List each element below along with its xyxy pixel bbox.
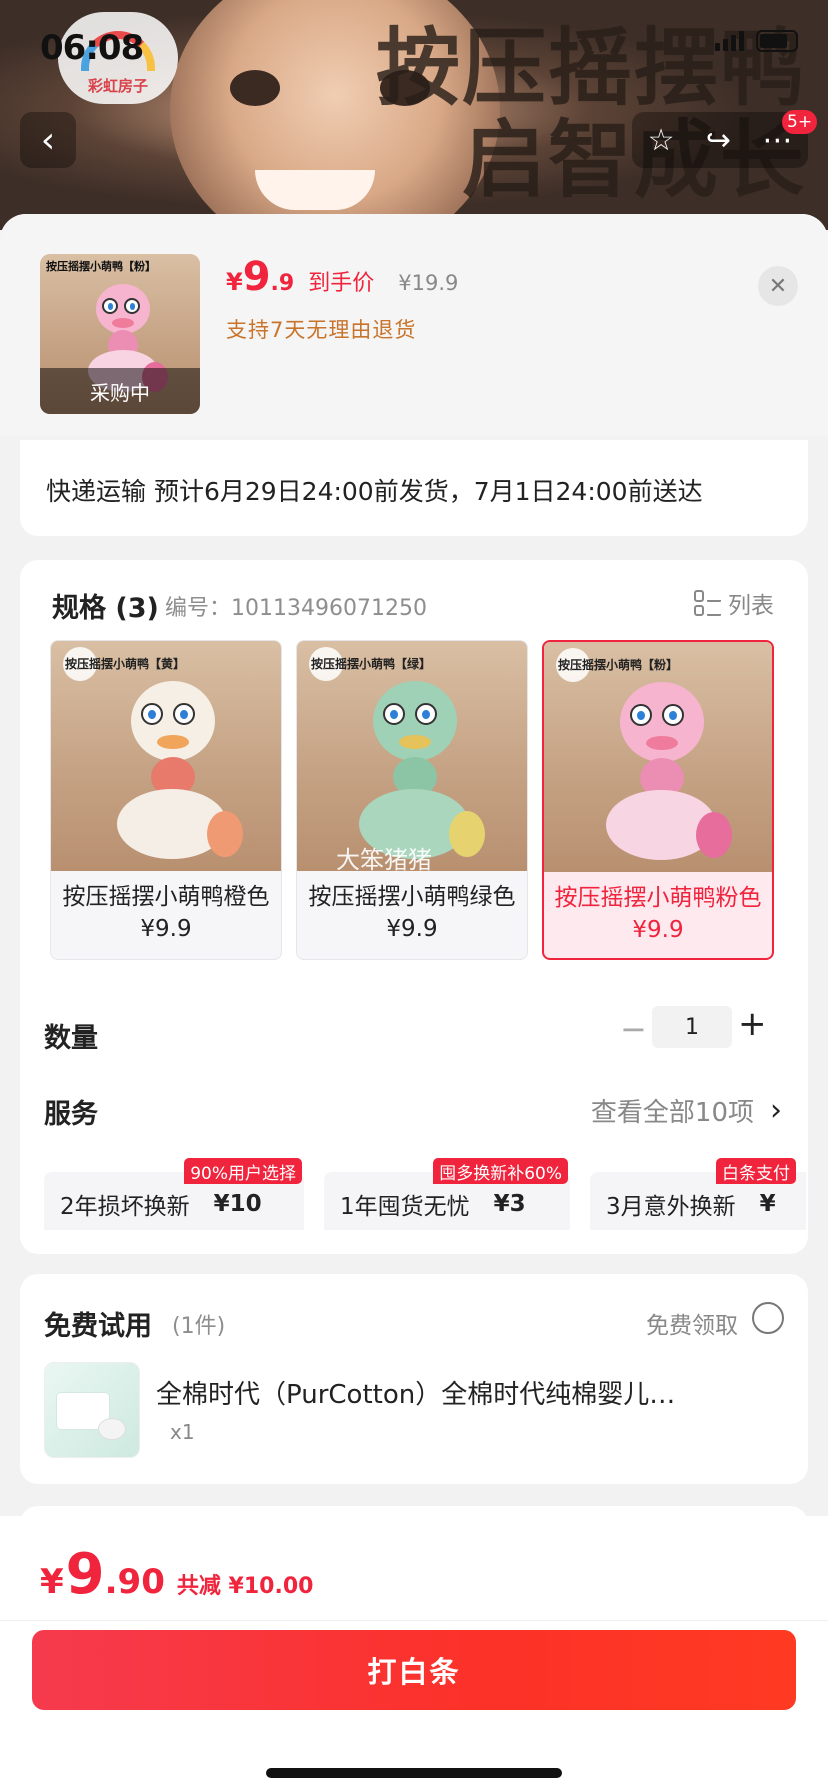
services-view-all-label: 查看全部10项 (590, 1098, 754, 1128)
service-option[interactable]: 3月意外换新 ¥ 白条支付 (590, 1158, 806, 1230)
quantity-input[interactable]: 1 (652, 1006, 732, 1048)
service-name: 2年损坏换新 (60, 1194, 190, 1220)
option-tag: 按压摇摆小萌鸭【粉】 (558, 658, 679, 672)
spec-option-green[interactable]: 按压摇摆小萌鸭【绿】 按压摇摆小萌鸭绿色 ¥9.9 (296, 640, 528, 960)
back-button[interactable]: ‹ (20, 112, 76, 168)
service-price: ¥3 (493, 1191, 526, 1217)
original-price: ¥19.9 (398, 271, 459, 295)
price-tag-label: 到手价 (308, 271, 375, 296)
trial-count: (1件) (172, 1314, 226, 1339)
price-decimal: .9 (270, 271, 295, 296)
quantity-increase-button[interactable]: + (738, 1004, 767, 1044)
price-line: ¥ 9 .9 到手价 ¥19.9 (226, 254, 458, 300)
total-integer: 9 (65, 1542, 105, 1607)
trial-item-quantity: x1 (170, 1420, 195, 1444)
checkout-bar: ¥ 9 .90 共减 ¥10.00 打白条 (0, 1516, 828, 1792)
sheet-header: 按压摇摆小萌鸭【粉】 采购中 ¥ 9 .9 到手价 ¥19.9 支持7天无理由退… (0, 214, 828, 436)
quantity-label: 数量 (44, 1023, 98, 1054)
spec-card: 规格 (3) 编号：10113496071250 列表 按压摇摆小萌鸭【黄】 按… (20, 560, 808, 1254)
service-name: 3月意外换新 (606, 1194, 736, 1220)
status-indicators (715, 30, 798, 52)
service-badge: 囤多换新补60% (433, 1158, 568, 1184)
trial-item-image[interactable] (44, 1362, 140, 1458)
quantity-decrease-button[interactable]: − (620, 1010, 647, 1048)
services-row: 2年损坏换新 ¥10 90%用户选择 1年囤货无忧 ¥3 囤多换新补60% 3月… (44, 1146, 806, 1230)
battery-icon (756, 30, 798, 52)
image-watermark: 大笨猪猪 (336, 846, 432, 874)
brand-name: 彩虹房子 (87, 77, 148, 95)
service-price: ¥ (759, 1191, 776, 1217)
duck-pink-image (596, 682, 732, 862)
divider (0, 1620, 828, 1621)
status-time: 06:08 (40, 28, 144, 68)
shipping-estimate: 快递运输 预计6月29日24:00前发货，7月1日24:00前送达 (46, 477, 703, 506)
return-policy-note: 支持7天无理由退货 (226, 318, 417, 342)
total-price: ¥ 9 .90 共减 ¥10.00 (40, 1542, 313, 1607)
service-name: 1年囤货无忧 (340, 1194, 470, 1220)
list-view-label: 列表 (728, 593, 774, 619)
signal-icon (715, 31, 744, 51)
photo-eye-left (230, 70, 280, 106)
services-label: 服务 (44, 1099, 98, 1130)
service-badge: 90%用户选择 (184, 1158, 302, 1184)
home-indicator (266, 1768, 562, 1778)
thumbnail-tag: 按压摇摆小萌鸭【粉】 (46, 260, 156, 273)
price-integer: 9 (242, 254, 271, 300)
duck-green-image (349, 681, 485, 861)
free-trial-card: 免费试用 (1件) 免费领取 全棉时代（PurCotton）全棉时代纯棉婴儿… … (20, 1274, 808, 1484)
close-icon: ✕ (768, 273, 788, 299)
service-price: ¥10 (213, 1191, 262, 1217)
duck-orange-image (107, 681, 243, 861)
option-tag: 按压摇摆小萌鸭【黄】 (65, 657, 186, 671)
trial-title: 免费试用 (44, 1311, 152, 1342)
service-option[interactable]: 2年损坏换新 ¥10 90%用户选择 (44, 1158, 304, 1230)
service-option[interactable]: 1年囤货无忧 ¥3 囤多换新补60% (324, 1158, 570, 1230)
spec-title: 规格 (3) (52, 593, 159, 624)
spec-option-orange[interactable]: 按压摇摆小萌鸭【黄】 按压摇摆小萌鸭橙色 ¥9.9 (50, 640, 282, 960)
close-button[interactable]: ✕ (758, 266, 798, 306)
option-name: 按压摇摆小萌鸭粉色 ¥9.9 (554, 885, 762, 943)
baitiao-pay-button[interactable]: 打白条 (32, 1630, 796, 1710)
trial-claim-label: 免费领取 (646, 1313, 738, 1339)
trial-item-name[interactable]: 全棉时代（PurCotton）全棉时代纯棉婴儿… (156, 1374, 675, 1411)
total-currency: ¥ (40, 1562, 64, 1602)
list-grid-icon (694, 590, 721, 616)
chevron-left-icon: ‹ (40, 119, 56, 161)
favorite-star-icon[interactable]: ☆ (648, 123, 675, 158)
shipping-card: 快递运输 预计6月29日24:00前发货，7月1日24:00前送达 (20, 440, 808, 536)
option-name: 按压摇摆小萌鸭绿色 ¥9.9 (308, 884, 516, 942)
more-badge: 5+ (782, 110, 818, 134)
option-name: 按压摇摆小萌鸭橙色 ¥9.9 (62, 884, 270, 942)
services-view-all[interactable]: 查看全部10项 › (591, 1092, 782, 1129)
trial-claim-radio[interactable] (752, 1302, 784, 1334)
thumbnail-status: 采购中 (40, 368, 200, 414)
total-decimal: .90 (104, 1562, 165, 1602)
option-tag: 按压摇摆小萌鸭【绿】 (311, 657, 432, 671)
total-discount: 共减 ¥10.00 (176, 1574, 314, 1599)
price-currency: ¥ (226, 268, 243, 296)
spec-code: 编号：10113496071250 (165, 596, 427, 621)
spec-option-pink[interactable]: 按压摇摆小萌鸭【粉】 按压摇摆小萌鸭粉色 ¥9.9 (542, 640, 774, 960)
share-icon[interactable]: ↪ (706, 123, 731, 158)
list-view-toggle[interactable]: 列表 (694, 586, 774, 620)
chevron-right-icon: › (770, 1093, 782, 1128)
service-badge: 白条支付 (716, 1158, 796, 1184)
product-thumbnail[interactable]: 按压摇摆小萌鸭【粉】 采购中 (40, 254, 200, 414)
